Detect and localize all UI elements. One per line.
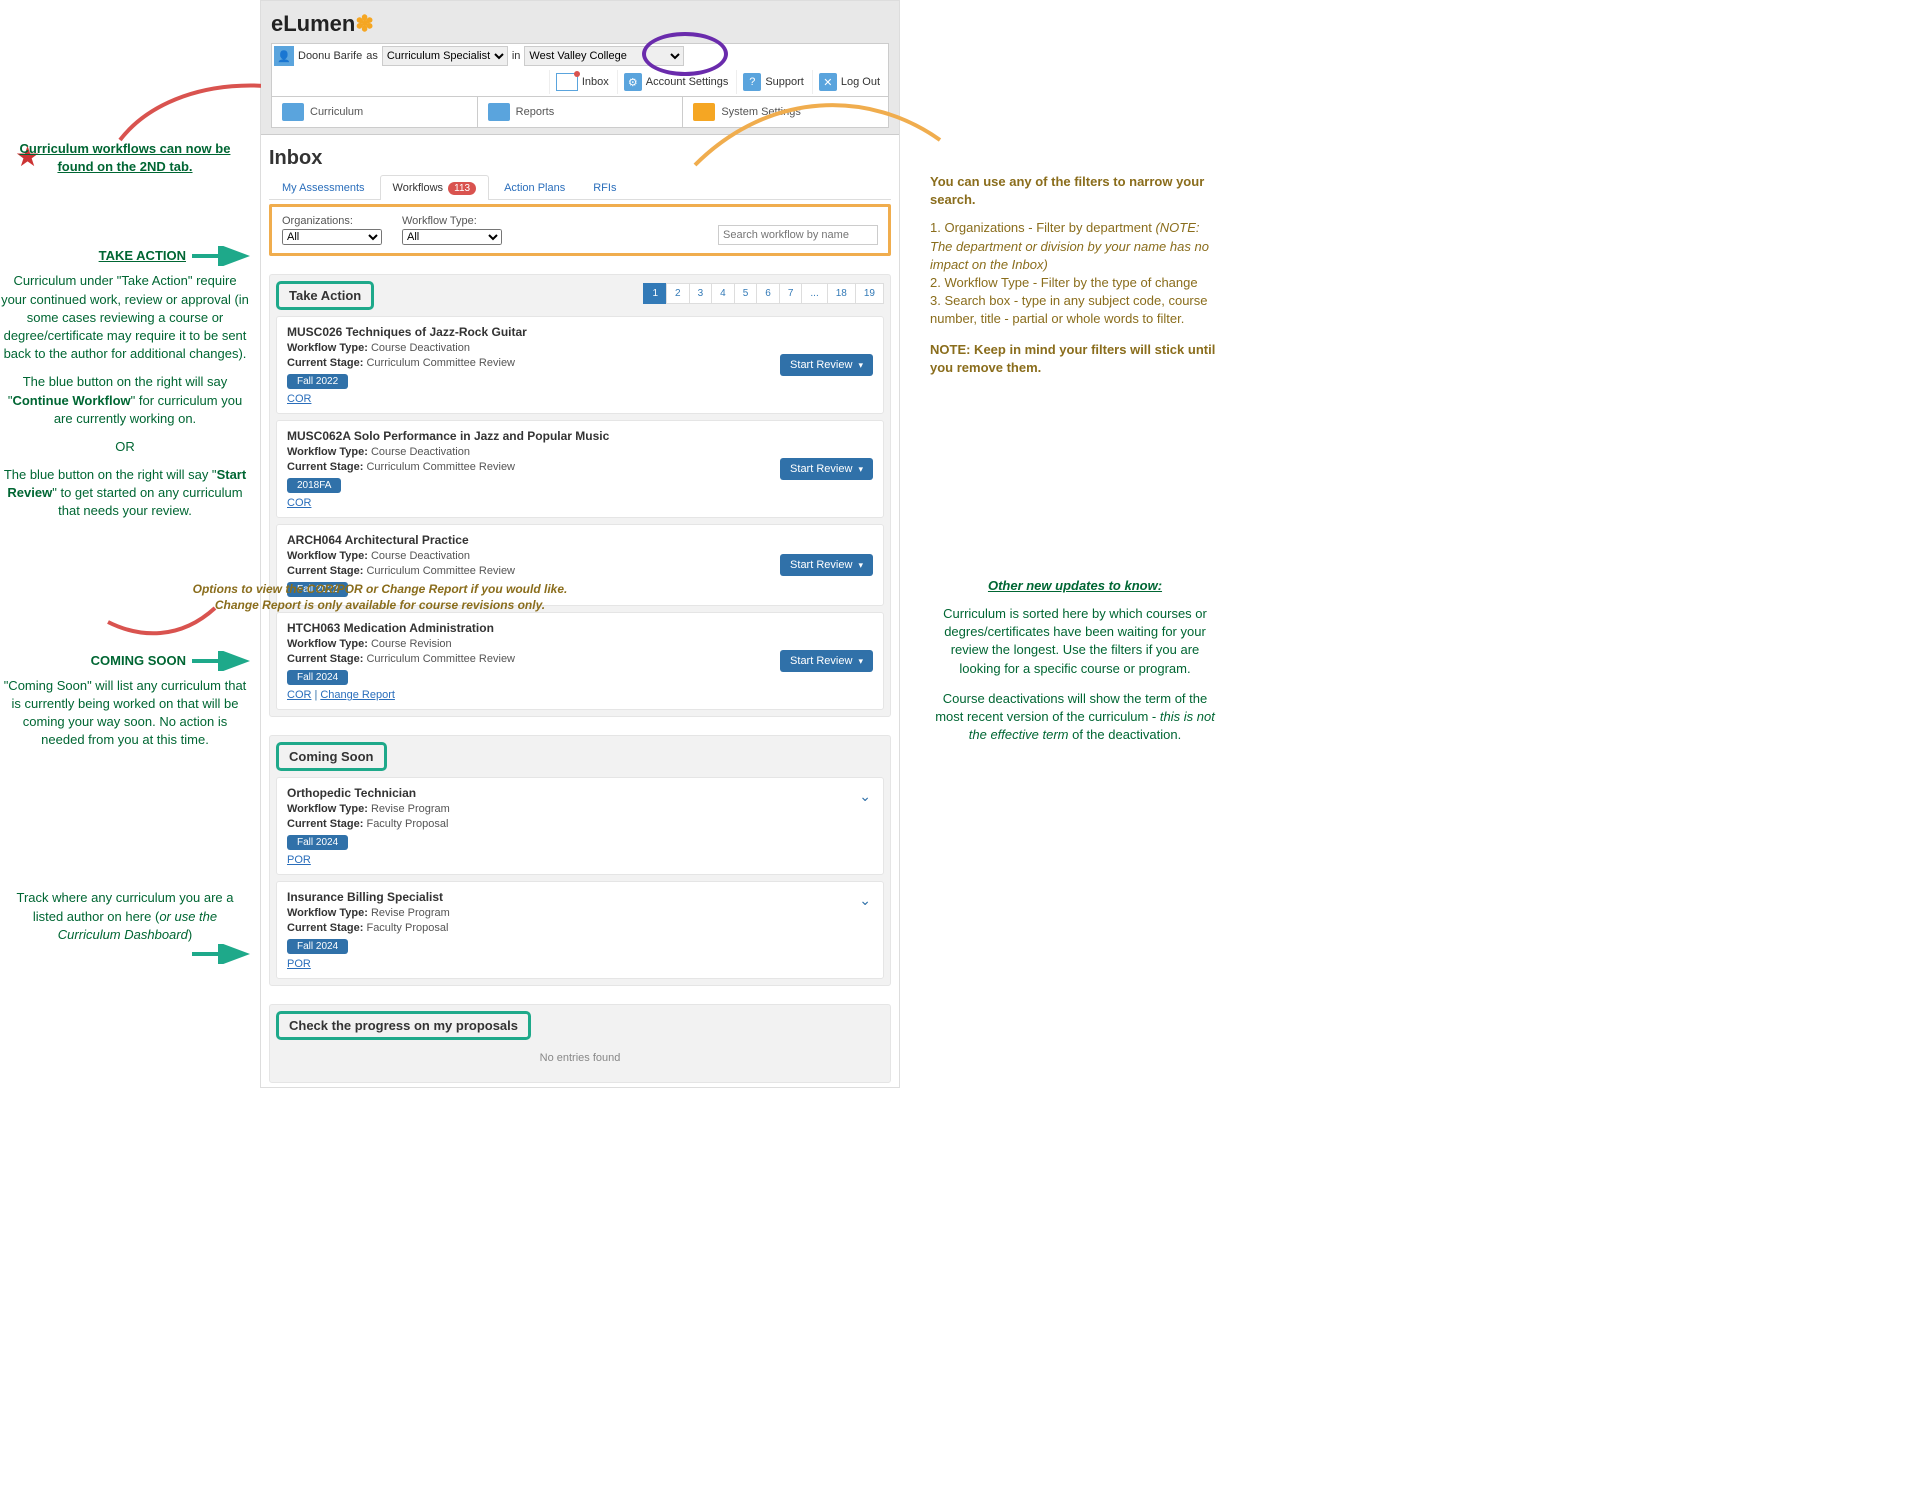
annot-updates-2: Course deactivations will show the term …: [930, 690, 1220, 745]
card-links: POR: [287, 854, 873, 866]
logo-spark-icon: ✽: [355, 11, 373, 36]
page-7[interactable]: 7: [779, 283, 803, 304]
caret-down-icon: ▾: [858, 656, 863, 666]
tab-action-plans[interactable]: Action Plans: [491, 175, 578, 200]
page-18[interactable]: 18: [827, 283, 856, 304]
annot-cs-body: "Coming Soon" will list any curriculum t…: [0, 677, 250, 750]
expand-chevron-icon[interactable]: ⌄: [859, 788, 871, 805]
card-title: MUSC062A Solo Performance in Jazz and Po…: [287, 429, 873, 443]
user-name: Doonu Barife: [298, 50, 362, 62]
proposals-header: Check the progress on my proposals: [276, 1011, 531, 1040]
pagination: 1234567...1819: [644, 283, 884, 304]
workflow-card: MUSC026 Techniques of Jazz-Rock GuitarWo…: [276, 316, 884, 414]
page-3[interactable]: 3: [689, 283, 713, 304]
page-4[interactable]: 4: [711, 283, 735, 304]
nav-curriculum[interactable]: Curriculum: [272, 97, 478, 127]
card-links: COR|Change Report: [287, 689, 873, 701]
curriculum-icon: [282, 103, 304, 121]
no-entries: No entries found: [276, 1040, 884, 1076]
annot-ta-body3: The blue button on the right will say "S…: [0, 466, 250, 521]
page-19[interactable]: 19: [855, 283, 884, 304]
annot-filters-1: 1. Organizations - Filter by department …: [930, 219, 1220, 274]
org-select[interactable]: West Valley College: [524, 46, 684, 66]
annot-ta-body2: The blue button on the right will say "C…: [0, 373, 250, 428]
filter-org-label: Organizations:: [282, 215, 382, 227]
card-title: Orthopedic Technician: [287, 786, 873, 800]
annot-filters-head: You can use any of the filters to narrow…: [930, 173, 1220, 209]
term-badge: Fall 2024: [287, 835, 348, 850]
gear-icon: ⚙: [624, 73, 642, 91]
start-review-button[interactable]: Start Review ▾: [780, 554, 873, 576]
avatar-icon: 👤: [274, 46, 294, 66]
start-review-button[interactable]: Start Review ▾: [780, 650, 873, 672]
inbox-icon: [556, 73, 578, 91]
annot-updates-head: Other new updates to know:: [930, 577, 1220, 595]
link-cor[interactable]: COR: [287, 689, 311, 701]
link-cor[interactable]: COR: [287, 497, 311, 509]
page-6[interactable]: 6: [756, 283, 780, 304]
workflow-card: MUSC062A Solo Performance in Jazz and Po…: [276, 420, 884, 518]
link-por[interactable]: POR: [287, 958, 311, 970]
page-5[interactable]: 5: [734, 283, 758, 304]
role-select[interactable]: Curriculum Specialist: [382, 46, 508, 66]
nav-inbox[interactable]: Inbox: [549, 70, 615, 94]
cor-por-note: Options to view the COR/POR or Change Re…: [180, 582, 580, 613]
card-title: Insurance Billing Specialist: [287, 890, 873, 904]
card-title: ARCH064 Architectural Practice: [287, 533, 873, 547]
term-badge: Fall 2024: [287, 670, 348, 685]
card-links: COR: [287, 497, 873, 509]
annot-filters-2: 2. Workflow Type - Filter by the type of…: [930, 274, 1220, 292]
workflow-card: HTCH063 Medication AdministrationWorkflo…: [276, 612, 884, 710]
start-review-button[interactable]: Start Review ▾: [780, 458, 873, 480]
annot-cs-head: COMING SOON: [91, 652, 186, 670]
annot-filters-3: 3. Search box - type in any subject code…: [930, 292, 1220, 328]
filter-type-select[interactable]: All: [402, 229, 502, 245]
annot-updates-1: Curriculum is sorted here by which cours…: [930, 605, 1220, 678]
card-title: HTCH063 Medication Administration: [287, 621, 873, 635]
workflow-card: Insurance Billing SpecialistWorkflow Typ…: [276, 881, 884, 979]
take-action-header: Take Action: [276, 281, 374, 310]
page-...[interactable]: ...: [801, 283, 827, 304]
filter-type-label: Workflow Type:: [402, 215, 502, 227]
filter-panel: Organizations: All Workflow Type: All: [269, 204, 891, 256]
logo: eLumen✽: [271, 7, 889, 43]
page-1[interactable]: 1: [643, 283, 667, 304]
term-badge: Fall 2024: [287, 939, 348, 954]
annot-prop-body: Track where any curriculum you are a lis…: [0, 889, 250, 944]
caret-down-icon: ▾: [858, 464, 863, 474]
annot-workflows-tab: Curriculum workflows can now be found on…: [0, 140, 250, 176]
filter-org-select[interactable]: All: [282, 229, 382, 245]
term-badge: 2018FA: [287, 478, 341, 493]
workflow-card: Orthopedic TechnicianWorkflow Type: Revi…: [276, 777, 884, 875]
tab-rfis[interactable]: RFIs: [580, 175, 629, 200]
nav-reports[interactable]: Reports: [478, 97, 684, 127]
card-links: COR: [287, 393, 873, 405]
workflows-count-badge: 113: [448, 182, 476, 195]
link-por[interactable]: POR: [287, 854, 311, 866]
filter-search-input[interactable]: [718, 225, 878, 245]
annot-ta-body1: Curriculum under "Take Action" require y…: [0, 272, 250, 363]
link-change-report[interactable]: Change Report: [320, 689, 395, 701]
link-cor[interactable]: COR: [287, 393, 311, 405]
tab-assessments[interactable]: My Assessments: [269, 175, 378, 200]
card-links: POR: [287, 958, 873, 970]
page-2[interactable]: 2: [666, 283, 690, 304]
annot-filters-note: NOTE: Keep in mind your filters will sti…: [930, 341, 1220, 377]
expand-chevron-icon[interactable]: ⌄: [859, 892, 871, 909]
term-badge: Fall 2022: [287, 374, 348, 389]
card-title: MUSC026 Techniques of Jazz-Rock Guitar: [287, 325, 873, 339]
coming-soon-header: Coming Soon: [276, 742, 387, 771]
start-review-button[interactable]: Start Review ▾: [780, 354, 873, 376]
caret-down-icon: ▾: [858, 560, 863, 570]
reports-icon: [488, 103, 510, 121]
section-proposals: Check the progress on my proposals No en…: [269, 1004, 891, 1083]
tab-workflows[interactable]: Workflows 113: [380, 175, 490, 200]
section-coming-soon: Coming Soon Orthopedic TechnicianWorkflo…: [269, 735, 891, 986]
annot-take-action-head: TAKE ACTION: [99, 247, 186, 265]
caret-down-icon: ▾: [858, 360, 863, 370]
annot-ta-or: OR: [0, 438, 250, 456]
section-take-action: Take Action 1234567...1819 MUSC026 Techn…: [269, 274, 891, 717]
